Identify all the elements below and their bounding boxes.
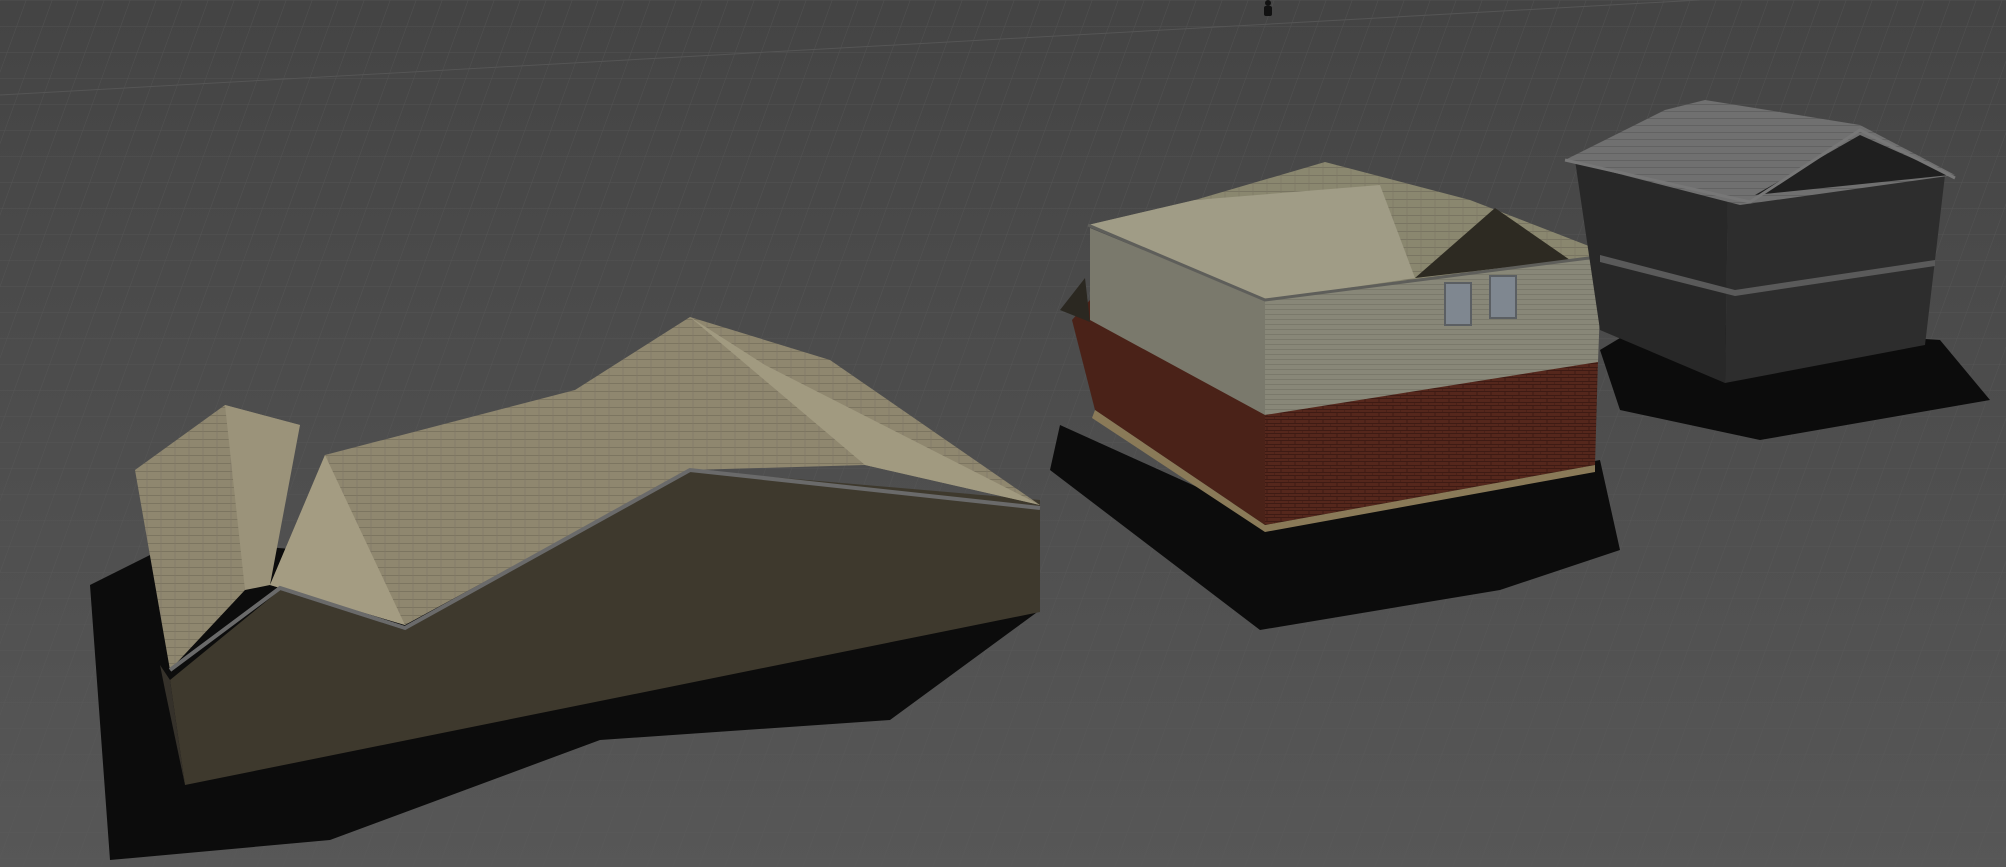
window-right	[1489, 275, 1517, 319]
3d-viewport[interactable]	[0, 0, 2006, 867]
person-icon[interactable]	[1264, 0, 1272, 16]
viewport-canvas[interactable]	[0, 0, 2006, 867]
window-left	[1444, 282, 1472, 326]
